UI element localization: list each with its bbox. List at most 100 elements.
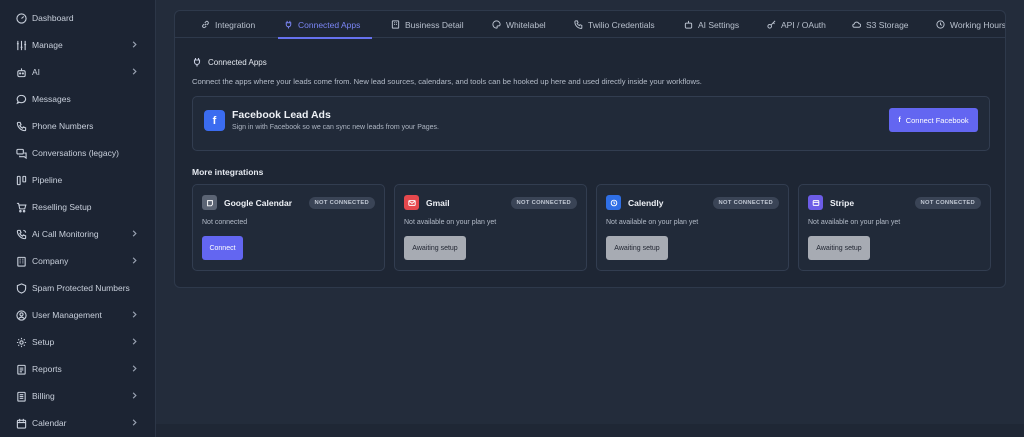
connect-facebook-button[interactable]: f Connect Facebook	[889, 108, 978, 132]
chevron-right-icon	[132, 419, 137, 426]
tab-whitelabel[interactable]: Whitelabel	[492, 11, 546, 38]
chevron-right-icon	[132, 230, 137, 237]
sidebar-item-messages[interactable]: Messages	[0, 86, 156, 112]
tab-label: Business Detail	[405, 19, 464, 30]
integration-name: Google Calendar	[224, 198, 293, 208]
chevron-right-icon	[132, 392, 137, 399]
calendar-icon	[202, 195, 217, 210]
status-badge: NOT CONNECTED	[510, 197, 577, 209]
tab-label: Whitelabel	[506, 19, 546, 30]
facebook-card-subtitle: Sign in with Facebook so we can sync new…	[232, 124, 439, 131]
sidebar-item-manage[interactable]: Manage	[0, 32, 156, 58]
integration-card-calendly: Calendly NOT CONNECTED Not available on …	[596, 184, 789, 271]
chevron-right-icon	[132, 338, 137, 345]
facebook-lead-ads-card: f Facebook Lead Ads Sign in with Faceboo…	[192, 96, 990, 151]
sidebar-item-conversations[interactable]: Conversations (legacy)	[0, 140, 156, 166]
tab-api-oauth[interactable]: API / OAuth	[767, 11, 826, 38]
key-icon	[767, 20, 776, 29]
status-badge: NOT CONNECTED	[308, 197, 375, 209]
sidebar-item-label: Calendar	[32, 418, 67, 428]
facebook-icon: f	[898, 116, 901, 124]
chevron-right-icon	[132, 365, 137, 372]
sidebar: Dashboard Manage AI Messages Phone Numbe…	[0, 0, 156, 437]
user-icon	[16, 309, 27, 321]
tab-label: AI Settings	[698, 19, 740, 30]
sliders-icon	[16, 40, 27, 51]
integration-card-stripe: Stripe NOT CONNECTED Not available on yo…	[798, 184, 991, 271]
building-icon	[16, 256, 27, 267]
chevron-right-icon	[132, 257, 137, 264]
cloud-icon	[852, 21, 861, 28]
sidebar-item-label: Company	[32, 256, 69, 266]
integration-status: Not connected	[202, 219, 248, 226]
section-description: Connect the apps where your leads come f…	[192, 77, 702, 86]
robot-icon	[684, 20, 693, 29]
integration-card-google-calendar: Google Calendar NOT CONNECTED Not connec…	[192, 184, 385, 271]
integration-status: Not available on your plan yet	[606, 219, 699, 226]
tab-ai-settings[interactable]: AI Settings	[684, 11, 739, 38]
sidebar-item-user-management[interactable]: User Management	[0, 302, 156, 328]
tab-business-detail[interactable]: Business Detail	[391, 11, 464, 38]
sidebar-item-company[interactable]: Company	[0, 248, 156, 274]
integration-status: Not available on your plan yet	[404, 219, 497, 226]
phone-icon	[574, 20, 583, 29]
facebook-card-title: Facebook Lead Ads	[232, 109, 331, 121]
sidebar-item-dashboard[interactable]: Dashboard	[0, 5, 156, 31]
integration-name: Calendly	[628, 198, 664, 208]
report-icon	[16, 364, 27, 375]
billing-icon	[16, 391, 27, 402]
sidebar-item-ai-call-monitoring[interactable]: Ai Call Monitoring	[0, 221, 156, 247]
tab-twilio-credentials[interactable]: Twilio Credentials	[574, 11, 655, 38]
tab-connected-apps[interactable]: Connected Apps	[277, 11, 373, 39]
sidebar-item-label: Manage	[32, 40, 63, 50]
tab-integration[interactable]: Integration	[201, 11, 255, 38]
robot-icon	[16, 67, 27, 78]
plug-icon	[193, 58, 201, 67]
sidebar-item-label: Spam Protected Numbers	[32, 283, 130, 293]
sidebar-item-label: Pipeline	[32, 175, 63, 185]
link-icon	[202, 20, 209, 29]
tab-label: S3 Storage	[866, 19, 909, 30]
gmail-awaiting-setup-button[interactable]: Awaiting setup	[404, 236, 466, 260]
tab-label: Connected Apps	[298, 19, 361, 30]
sidebar-item-label: AI	[32, 67, 41, 77]
sidebar-item-label: Reselling Setup	[32, 202, 92, 212]
integration-card-gmail: Gmail NOT CONNECTED Not available on you…	[394, 184, 587, 271]
stripe-awaiting-setup-button[interactable]: Awaiting setup	[808, 236, 870, 260]
main-content: Integration Connected Apps Business Deta…	[156, 0, 1024, 437]
connect-google-calendar-button[interactable]: Connect	[202, 236, 243, 260]
sidebar-item-label: Phone Numbers	[32, 121, 94, 131]
sidebar-item-reports[interactable]: Reports	[0, 356, 156, 382]
phone-icon	[16, 121, 27, 132]
sidebar-item-pipeline[interactable]: Pipeline	[0, 167, 156, 193]
sidebar-item-ai[interactable]: AI	[0, 59, 156, 85]
tab-working-hours[interactable]: Working Hours	[936, 11, 1005, 38]
sidebar-item-calendar[interactable]: Calendar	[0, 410, 156, 436]
sidebar-item-spam-protected-numbers[interactable]: Spam Protected Numbers	[0, 275, 156, 301]
tab-s3-storage[interactable]: S3 Storage	[852, 11, 909, 38]
calendar-icon	[16, 418, 27, 429]
sidebar-item-label: Setup	[32, 337, 55, 347]
sidebar-item-label: Ai Call Monitoring	[32, 229, 99, 239]
more-integrations-title: More integrations	[192, 167, 264, 177]
connect-facebook-label: Connect Facebook	[905, 115, 969, 125]
status-badge: NOT CONNECTED	[712, 197, 779, 209]
sidebar-item-reselling-setup[interactable]: Reselling Setup	[0, 194, 156, 220]
calendly-awaiting-setup-button[interactable]: Awaiting setup	[606, 236, 668, 260]
conversations-icon	[16, 148, 27, 159]
chevron-right-icon	[132, 41, 137, 48]
sidebar-item-billing[interactable]: Billing	[0, 383, 156, 409]
section-title: Connected Apps	[192, 57, 267, 67]
plug-icon	[285, 20, 292, 29]
tab-label: Twilio Credentials	[588, 19, 655, 30]
sidebar-item-setup[interactable]: Setup	[0, 329, 156, 355]
integration-name: Stripe	[830, 198, 855, 208]
clock-icon	[936, 20, 945, 29]
settings-panel: Integration Connected Apps Business Deta…	[174, 10, 1006, 288]
integration-status: Not available on your plan yet	[808, 219, 901, 226]
tab-label: Integration	[215, 19, 256, 30]
palette-icon	[492, 20, 501, 29]
sidebar-item-phone-numbers[interactable]: Phone Numbers	[0, 113, 156, 139]
chevron-right-icon	[132, 311, 137, 318]
building-icon	[391, 20, 400, 29]
